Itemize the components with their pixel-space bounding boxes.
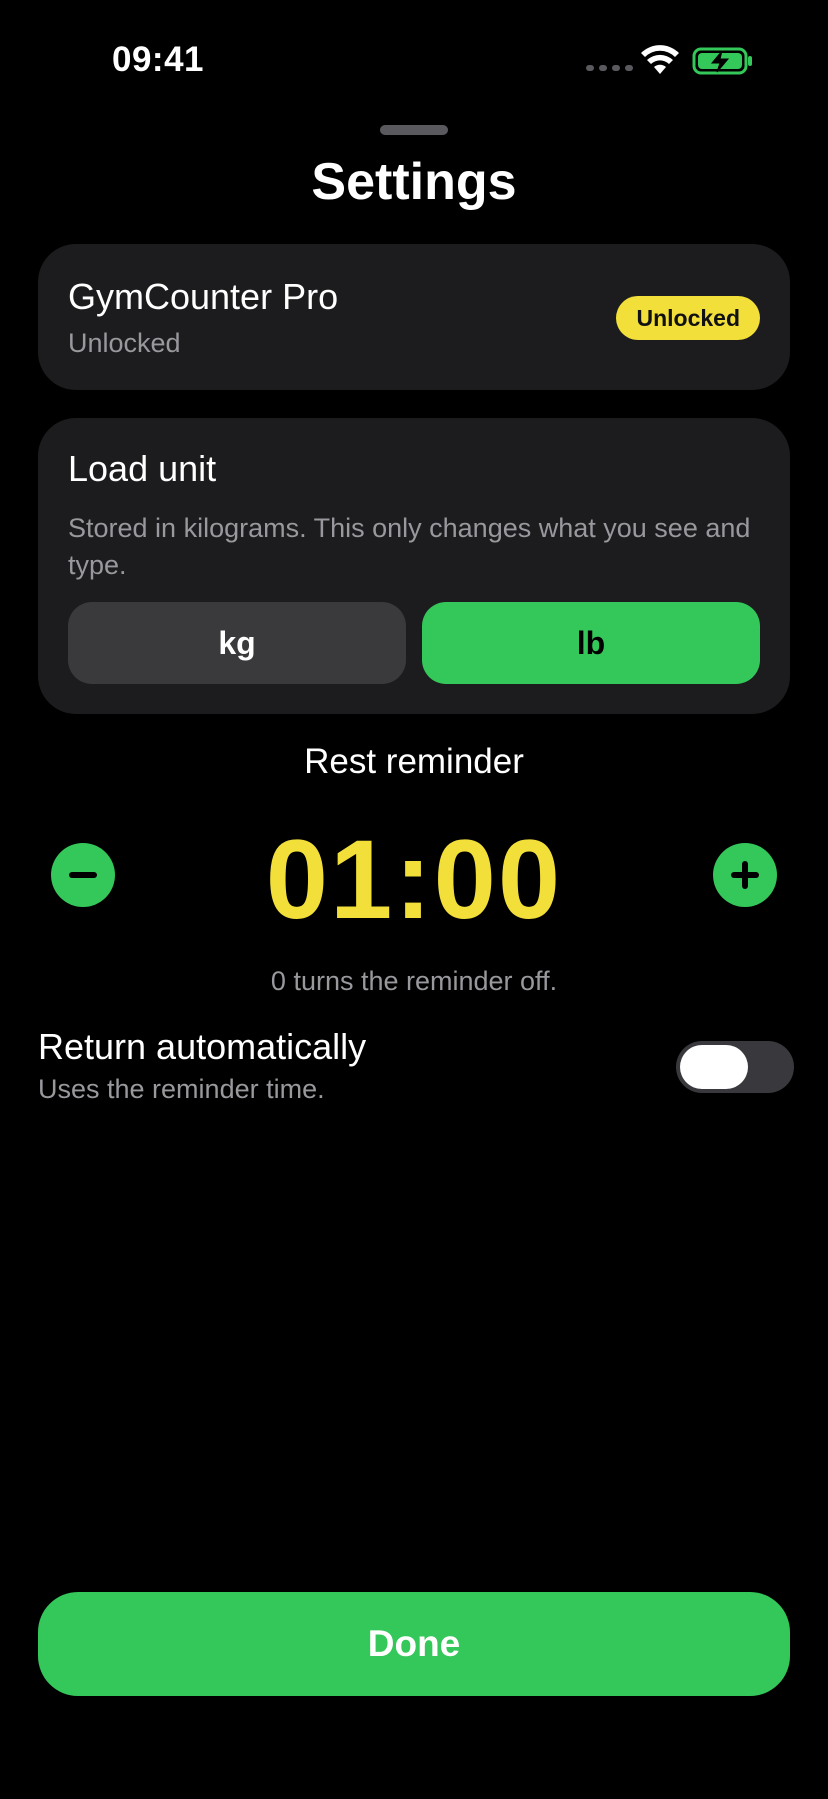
return-automatically-toggle[interactable] (676, 1041, 794, 1093)
rest-timer-value: 01:00 (265, 817, 563, 942)
load-unit-title: Load unit (68, 448, 217, 489)
unit-kg-button[interactable]: kg (68, 602, 406, 684)
wifi-icon (641, 45, 679, 74)
sheet-grabber[interactable] (380, 125, 448, 135)
unit-lb-button[interactable]: lb (422, 602, 760, 684)
pro-card: GymCounter Pro Unlocked Unlocked (38, 244, 790, 390)
status-badge: Unlocked (616, 296, 760, 340)
load-unit-description: Stored in kilograms. This only changes w… (68, 513, 751, 580)
status-time: 09:41 (112, 40, 205, 79)
done-button[interactable]: Done (38, 1592, 790, 1696)
toggle-knob (680, 1045, 748, 1089)
plus-icon (731, 861, 759, 889)
rest-reminder-hint: 0 turns the reminder off. (270, 966, 558, 996)
page-title: Settings (311, 153, 517, 211)
signal-dots-icon (586, 65, 633, 71)
load-unit-card: Load unit Stored in kilograms. This only… (38, 418, 790, 714)
pro-title: GymCounter Pro (68, 276, 339, 317)
pro-subtitle: Unlocked (68, 328, 181, 358)
battery-charging-icon (692, 47, 752, 75)
increment-button[interactable] (713, 843, 777, 907)
return-automatically-title: Return automatically (38, 1026, 367, 1067)
rest-reminder-label: Rest reminder (304, 742, 524, 781)
return-automatically-subtitle: Uses the reminder time. (38, 1074, 325, 1104)
